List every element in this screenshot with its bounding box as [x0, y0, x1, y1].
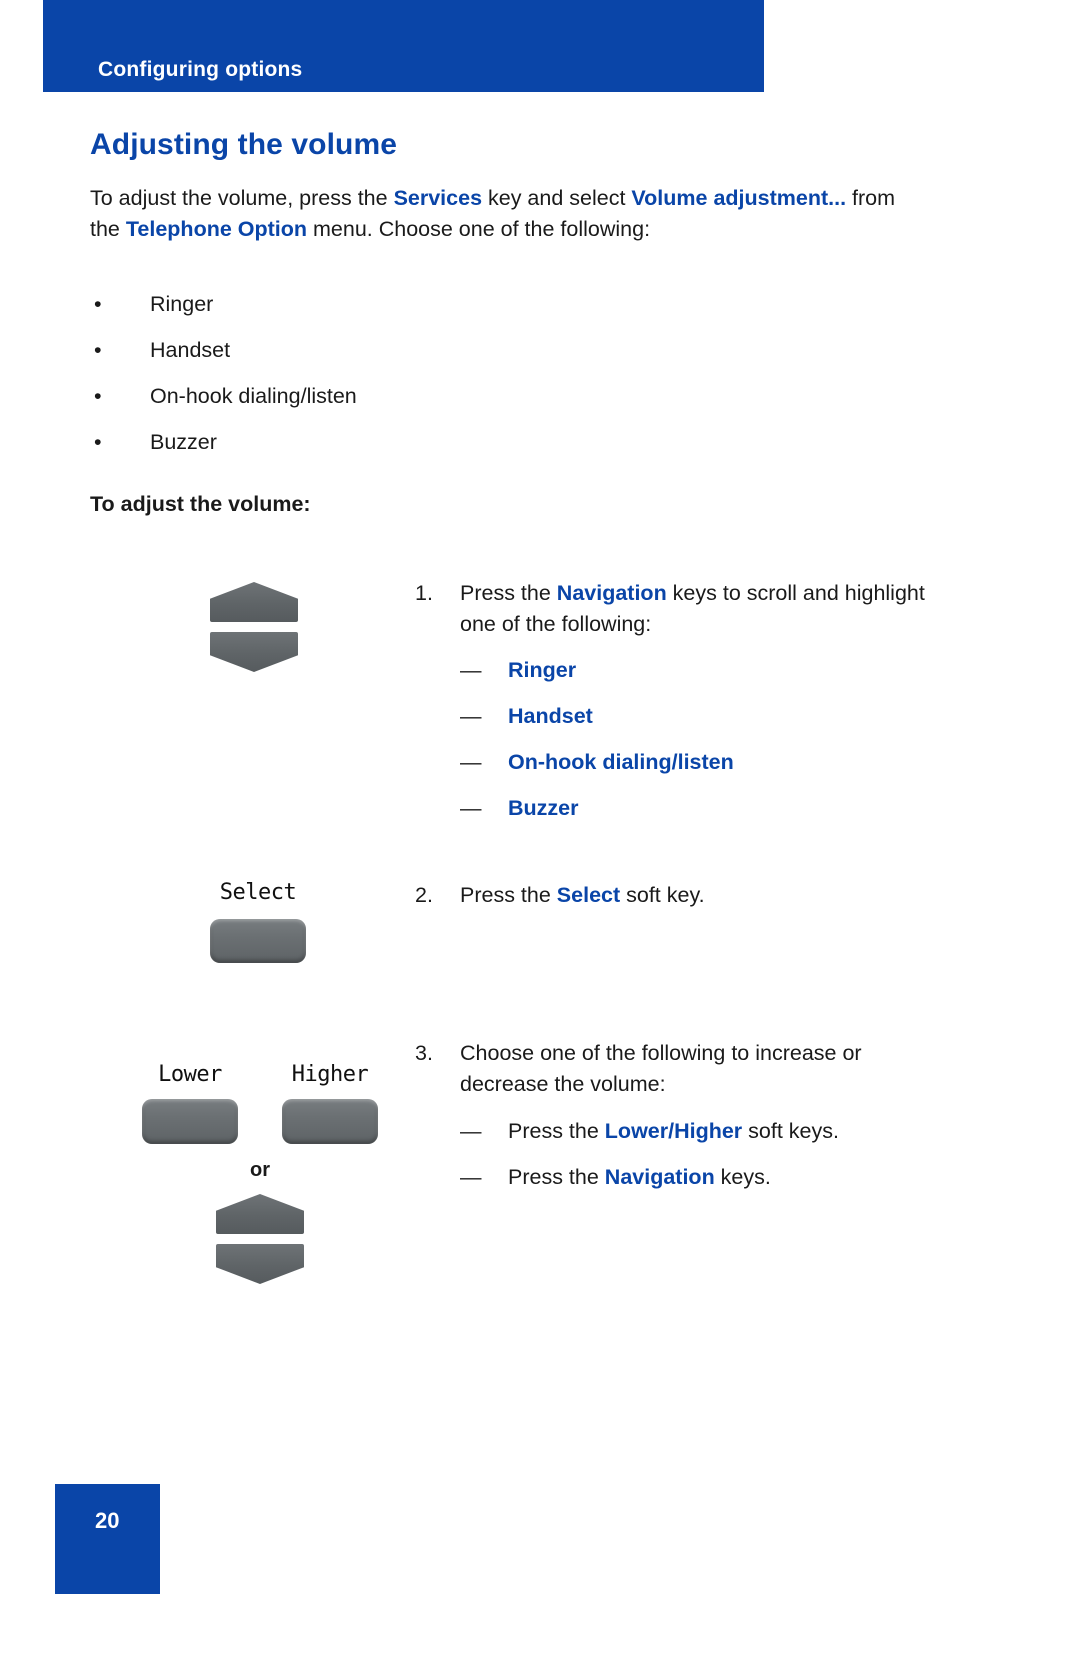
select-key-ref: Select — [556, 883, 621, 907]
step-number: 3. — [415, 1041, 433, 1065]
step-text-before: Press the — [460, 581, 557, 605]
sub-option-label: On-hook dialing/listen — [508, 750, 734, 774]
dash-icon: — — [460, 750, 482, 774]
step-number: 1. — [415, 581, 433, 605]
intro-text-4: menu. Choose one of the following: — [307, 217, 651, 241]
higher-soft-key-button[interactable] — [282, 1099, 378, 1144]
sub-list-item: — Press the Lower/Higher soft keys. — [460, 1116, 945, 1147]
step-body: Press the Navigation keys to scroll and … — [460, 578, 945, 824]
step-2: 2. Press the Select soft key. — [415, 880, 945, 911]
navigation-key-down-icon — [210, 632, 298, 672]
footer-banner — [55, 1484, 160, 1594]
navigation-key-down-icon — [216, 1244, 304, 1284]
dash-icon: — — [460, 1165, 482, 1189]
sub-step-after: keys. — [714, 1165, 771, 1189]
intro-text-1: To adjust the volume, press the — [90, 186, 394, 210]
option-list: • Ringer • Handset • On-hook dialing/lis… — [90, 292, 690, 476]
step-body: Choose one of the following to increase … — [460, 1038, 945, 1193]
list-item: • Buzzer — [90, 430, 690, 476]
list-item: • Handset — [90, 338, 690, 384]
step-number: 2. — [415, 883, 433, 907]
sub-option-label: Handset — [508, 704, 593, 728]
step-text-before: Press the — [460, 883, 557, 907]
navigation-keys-ref: Navigation — [604, 1165, 715, 1189]
bullet-icon: • — [94, 338, 102, 362]
step-body: Press the Select soft key. — [460, 880, 945, 911]
dash-icon: — — [460, 658, 482, 682]
lower-key-lcd-label: Lower — [158, 1062, 222, 1087]
lower-soft-key-button[interactable] — [142, 1099, 238, 1144]
dash-icon: — — [460, 1119, 482, 1143]
bullet-icon: • — [94, 384, 102, 408]
bullet-icon: • — [94, 292, 102, 316]
sub-list-item: — Handset — [460, 701, 945, 732]
page-number: 20 — [95, 1508, 120, 1533]
sub-list-item: — On-hook dialing/listen — [460, 747, 945, 778]
option-label: Handset — [150, 338, 231, 362]
telephone-option-ref: Telephone Option — [125, 217, 308, 241]
option-label: On-hook dialing/listen — [150, 384, 357, 408]
services-key-ref: Services — [393, 186, 483, 210]
sub-list-item: — Ringer — [460, 655, 945, 686]
step-1: 1. Press the Navigation keys to scroll a… — [415, 578, 945, 824]
dash-icon: — — [460, 704, 482, 728]
sub-option-label: Ringer — [508, 658, 577, 682]
select-key-lcd-label: Select — [219, 880, 297, 905]
sub-step-text: Press the Lower/Higher soft keys. — [508, 1116, 945, 1147]
sub-step-text: Press the Navigation keys. — [508, 1162, 945, 1193]
page-spine — [22, 0, 25, 1669]
select-soft-key-illustration: Select — [204, 880, 312, 963]
lower-higher-ref: Lower/Higher — [604, 1119, 743, 1143]
sub-list-item: — Press the Navigation keys. — [460, 1162, 945, 1193]
page-title: Adjusting the volume — [90, 128, 398, 161]
select-soft-key-button[interactable] — [210, 919, 306, 963]
list-item: • Ringer — [90, 292, 690, 338]
procedure-heading: To adjust the volume: — [90, 492, 311, 516]
step-3: 3. Choose one of the following to increa… — [415, 1038, 945, 1193]
bullet-icon: • — [94, 430, 102, 454]
intro-paragraph: To adjust the volume, press the Services… — [90, 183, 900, 245]
navigation-keys-illustration — [210, 582, 298, 672]
volume-adjustment-ref: Volume adjustment... — [631, 186, 847, 210]
higher-key-lcd-label: Higher — [291, 1062, 369, 1087]
volume-keys-illustration: Lower Higher or — [140, 1062, 380, 1284]
sub-step-after: soft keys. — [742, 1119, 839, 1143]
sub-step-before: Press the — [508, 1165, 605, 1189]
step-text-before: Choose one of the following to increase … — [460, 1041, 862, 1096]
option-label: Ringer — [150, 292, 214, 316]
sub-option-label: Buzzer — [508, 796, 579, 820]
or-separator-label: or — [250, 1159, 270, 1181]
breadcrumb: Configuring options — [98, 58, 303, 81]
navigation-key-up-icon — [216, 1194, 304, 1234]
option-label: Buzzer — [150, 430, 217, 454]
list-item: • On-hook dialing/listen — [90, 384, 690, 430]
intro-text-2: key and select — [482, 186, 632, 210]
navigation-keys-ref: Navigation — [556, 581, 667, 605]
navigation-key-up-icon — [210, 582, 298, 622]
sub-list-item: — Buzzer — [460, 793, 945, 824]
step-text-after: soft key. — [620, 883, 705, 907]
sub-step-before: Press the — [508, 1119, 605, 1143]
dash-icon: — — [460, 796, 482, 820]
